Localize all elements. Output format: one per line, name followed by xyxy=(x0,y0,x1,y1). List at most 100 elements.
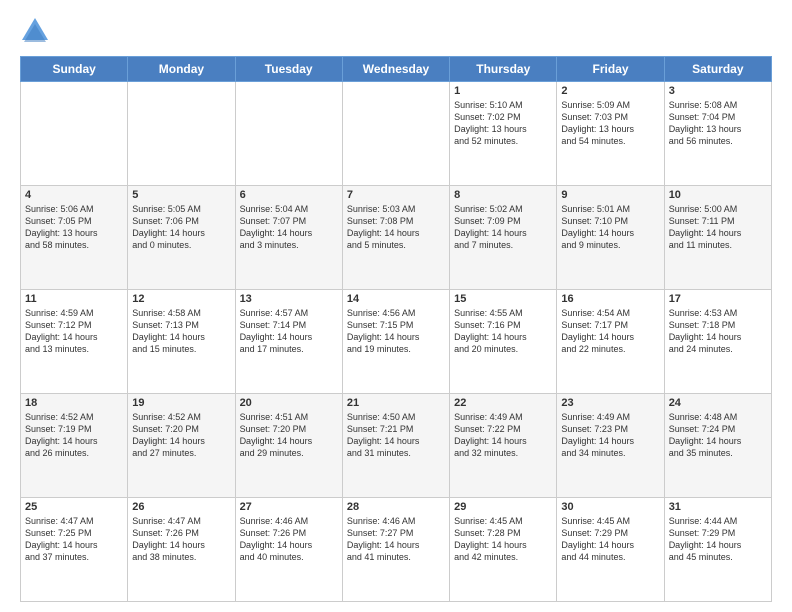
calendar-dow-wednesday: Wednesday xyxy=(342,57,449,82)
logo-icon xyxy=(20,16,50,46)
day-info: Sunrise: 4:56 AM Sunset: 7:15 PM Dayligh… xyxy=(347,307,445,356)
day-info: Sunrise: 5:04 AM Sunset: 7:07 PM Dayligh… xyxy=(240,203,338,252)
calendar-cell: 18 Sunrise: 4:52 AM Sunset: 7:19 PM Dayli… xyxy=(21,394,128,498)
calendar-cell: 24 Sunrise: 4:48 AM Sunset: 7:24 PM Dayli… xyxy=(664,394,771,498)
calendar-header-row: SundayMondayTuesdayWednesdayThursdayFrid… xyxy=(21,57,772,82)
page-header xyxy=(20,16,772,46)
day-info: Sunrise: 5:03 AM Sunset: 7:08 PM Dayligh… xyxy=(347,203,445,252)
day-number: 15 xyxy=(454,293,552,305)
calendar-cell: 31 Sunrise: 4:44 AM Sunset: 7:29 PM Dayli… xyxy=(664,498,771,602)
day-number: 21 xyxy=(347,397,445,409)
day-info: Sunrise: 4:58 AM Sunset: 7:13 PM Dayligh… xyxy=(132,307,230,356)
day-number: 2 xyxy=(561,85,659,97)
calendar-cell: 30 Sunrise: 4:45 AM Sunset: 7:29 PM Dayli… xyxy=(557,498,664,602)
day-number: 3 xyxy=(669,85,767,97)
day-number: 8 xyxy=(454,189,552,201)
day-number: 4 xyxy=(25,189,123,201)
day-number: 29 xyxy=(454,501,552,513)
calendar-cell: 4 Sunrise: 5:06 AM Sunset: 7:05 PM Daylig… xyxy=(21,186,128,290)
calendar-cell: 10Sunrise: 5:00 AM Sunset: 7:11 PM Dayli… xyxy=(664,186,771,290)
day-number: 11 xyxy=(25,293,123,305)
calendar-cell: 29 Sunrise: 4:45 AM Sunset: 7:28 PM Dayli… xyxy=(450,498,557,602)
day-number: 24 xyxy=(669,397,767,409)
day-info: Sunrise: 4:52 AM Sunset: 7:19 PM Dayligh… xyxy=(25,411,123,460)
day-info: Sunrise: 4:46 AM Sunset: 7:27 PM Dayligh… xyxy=(347,515,445,564)
calendar-dow-monday: Monday xyxy=(128,57,235,82)
day-info: Sunrise: 4:55 AM Sunset: 7:16 PM Dayligh… xyxy=(454,307,552,356)
calendar-cell: 9 Sunrise: 5:01 AM Sunset: 7:10 PM Daylig… xyxy=(557,186,664,290)
day-number: 7 xyxy=(347,189,445,201)
day-info: Sunrise: 5:02 AM Sunset: 7:09 PM Dayligh… xyxy=(454,203,552,252)
day-info: Sunrise: 4:45 AM Sunset: 7:28 PM Dayligh… xyxy=(454,515,552,564)
calendar-week-row: 4 Sunrise: 5:06 AM Sunset: 7:05 PM Daylig… xyxy=(21,186,772,290)
calendar-cell: 28 Sunrise: 4:46 AM Sunset: 7:27 PM Dayli… xyxy=(342,498,449,602)
day-info: Sunrise: 4:54 AM Sunset: 7:17 PM Dayligh… xyxy=(561,307,659,356)
calendar-cell: 13 Sunrise: 4:57 AM Sunset: 7:14 PM Dayli… xyxy=(235,290,342,394)
calendar-cell: 27Sunrise: 4:46 AM Sunset: 7:26 PM Dayli… xyxy=(235,498,342,602)
calendar-week-row: 18 Sunrise: 4:52 AM Sunset: 7:19 PM Dayli… xyxy=(21,394,772,498)
logo xyxy=(20,16,54,46)
calendar-cell: 21 Sunrise: 4:50 AM Sunset: 7:21 PM Dayli… xyxy=(342,394,449,498)
day-info: Sunrise: 5:08 AM Sunset: 7:04 PM Dayligh… xyxy=(669,99,767,148)
day-number: 20 xyxy=(240,397,338,409)
calendar-week-row: 1 Sunrise: 5:10 AM Sunset: 7:02 PM Daylig… xyxy=(21,82,772,186)
day-number: 6 xyxy=(240,189,338,201)
calendar-cell: 25 Sunrise: 4:47 AM Sunset: 7:25 PM Dayli… xyxy=(21,498,128,602)
calendar-cell: 8 Sunrise: 5:02 AM Sunset: 7:09 PM Daylig… xyxy=(450,186,557,290)
calendar-cell: 12 Sunrise: 4:58 AM Sunset: 7:13 PM Dayli… xyxy=(128,290,235,394)
calendar-cell: 23 Sunrise: 4:49 AM Sunset: 7:23 PM Dayli… xyxy=(557,394,664,498)
day-number: 13 xyxy=(240,293,338,305)
calendar-cell: 5 Sunrise: 5:05 AM Sunset: 7:06 PM Daylig… xyxy=(128,186,235,290)
day-info: Sunrise: 4:59 AM Sunset: 7:12 PM Dayligh… xyxy=(25,307,123,356)
day-number: 31 xyxy=(669,501,767,513)
day-number: 17 xyxy=(669,293,767,305)
day-number: 26 xyxy=(132,501,230,513)
calendar-dow-friday: Friday xyxy=(557,57,664,82)
day-info: Sunrise: 4:47 AM Sunset: 7:25 PM Dayligh… xyxy=(25,515,123,564)
day-info: Sunrise: 4:45 AM Sunset: 7:29 PM Dayligh… xyxy=(561,515,659,564)
calendar-cell: 2Sunrise: 5:09 AM Sunset: 7:03 PM Daylig… xyxy=(557,82,664,186)
calendar-cell xyxy=(21,82,128,186)
calendar-cell: 15 Sunrise: 4:55 AM Sunset: 7:16 PM Dayli… xyxy=(450,290,557,394)
day-info: Sunrise: 5:10 AM Sunset: 7:02 PM Dayligh… xyxy=(454,99,552,148)
calendar-cell: 16 Sunrise: 4:54 AM Sunset: 7:17 PM Dayli… xyxy=(557,290,664,394)
calendar-cell: 14Sunrise: 4:56 AM Sunset: 7:15 PM Dayli… xyxy=(342,290,449,394)
day-number: 1 xyxy=(454,85,552,97)
calendar-week-row: 11 Sunrise: 4:59 AM Sunset: 7:12 PM Dayli… xyxy=(21,290,772,394)
day-number: 23 xyxy=(561,397,659,409)
day-info: Sunrise: 4:47 AM Sunset: 7:26 PM Dayligh… xyxy=(132,515,230,564)
day-number: 9 xyxy=(561,189,659,201)
calendar-cell: 1 Sunrise: 5:10 AM Sunset: 7:02 PM Daylig… xyxy=(450,82,557,186)
calendar-cell xyxy=(235,82,342,186)
day-info: Sunrise: 4:50 AM Sunset: 7:21 PM Dayligh… xyxy=(347,411,445,460)
calendar-table: SundayMondayTuesdayWednesdayThursdayFrid… xyxy=(20,56,772,602)
day-number: 19 xyxy=(132,397,230,409)
day-number: 27 xyxy=(240,501,338,513)
day-number: 16 xyxy=(561,293,659,305)
day-number: 18 xyxy=(25,397,123,409)
day-info: Sunrise: 4:52 AM Sunset: 7:20 PM Dayligh… xyxy=(132,411,230,460)
calendar-cell xyxy=(128,82,235,186)
day-number: 28 xyxy=(347,501,445,513)
day-number: 25 xyxy=(25,501,123,513)
day-number: 22 xyxy=(454,397,552,409)
day-number: 5 xyxy=(132,189,230,201)
day-info: Sunrise: 5:05 AM Sunset: 7:06 PM Dayligh… xyxy=(132,203,230,252)
calendar-cell: 6 Sunrise: 5:04 AM Sunset: 7:07 PM Daylig… xyxy=(235,186,342,290)
day-number: 12 xyxy=(132,293,230,305)
day-info: Sunrise: 4:53 AM Sunset: 7:18 PM Dayligh… xyxy=(669,307,767,356)
day-info: Sunrise: 5:06 AM Sunset: 7:05 PM Dayligh… xyxy=(25,203,123,252)
calendar-cell: 20Sunrise: 4:51 AM Sunset: 7:20 PM Dayli… xyxy=(235,394,342,498)
day-info: Sunrise: 4:49 AM Sunset: 7:23 PM Dayligh… xyxy=(561,411,659,460)
calendar-cell: 17 Sunrise: 4:53 AM Sunset: 7:18 PM Dayli… xyxy=(664,290,771,394)
calendar-cell: 19 Sunrise: 4:52 AM Sunset: 7:20 PM Dayli… xyxy=(128,394,235,498)
day-number: 30 xyxy=(561,501,659,513)
day-info: Sunrise: 4:44 AM Sunset: 7:29 PM Dayligh… xyxy=(669,515,767,564)
calendar-cell xyxy=(342,82,449,186)
day-info: Sunrise: 5:01 AM Sunset: 7:10 PM Dayligh… xyxy=(561,203,659,252)
calendar-dow-saturday: Saturday xyxy=(664,57,771,82)
calendar-cell: 3 Sunrise: 5:08 AM Sunset: 7:04 PM Daylig… xyxy=(664,82,771,186)
day-info: Sunrise: 4:57 AM Sunset: 7:14 PM Dayligh… xyxy=(240,307,338,356)
calendar-dow-sunday: Sunday xyxy=(21,57,128,82)
day-info: Sunrise: 4:48 AM Sunset: 7:24 PM Dayligh… xyxy=(669,411,767,460)
